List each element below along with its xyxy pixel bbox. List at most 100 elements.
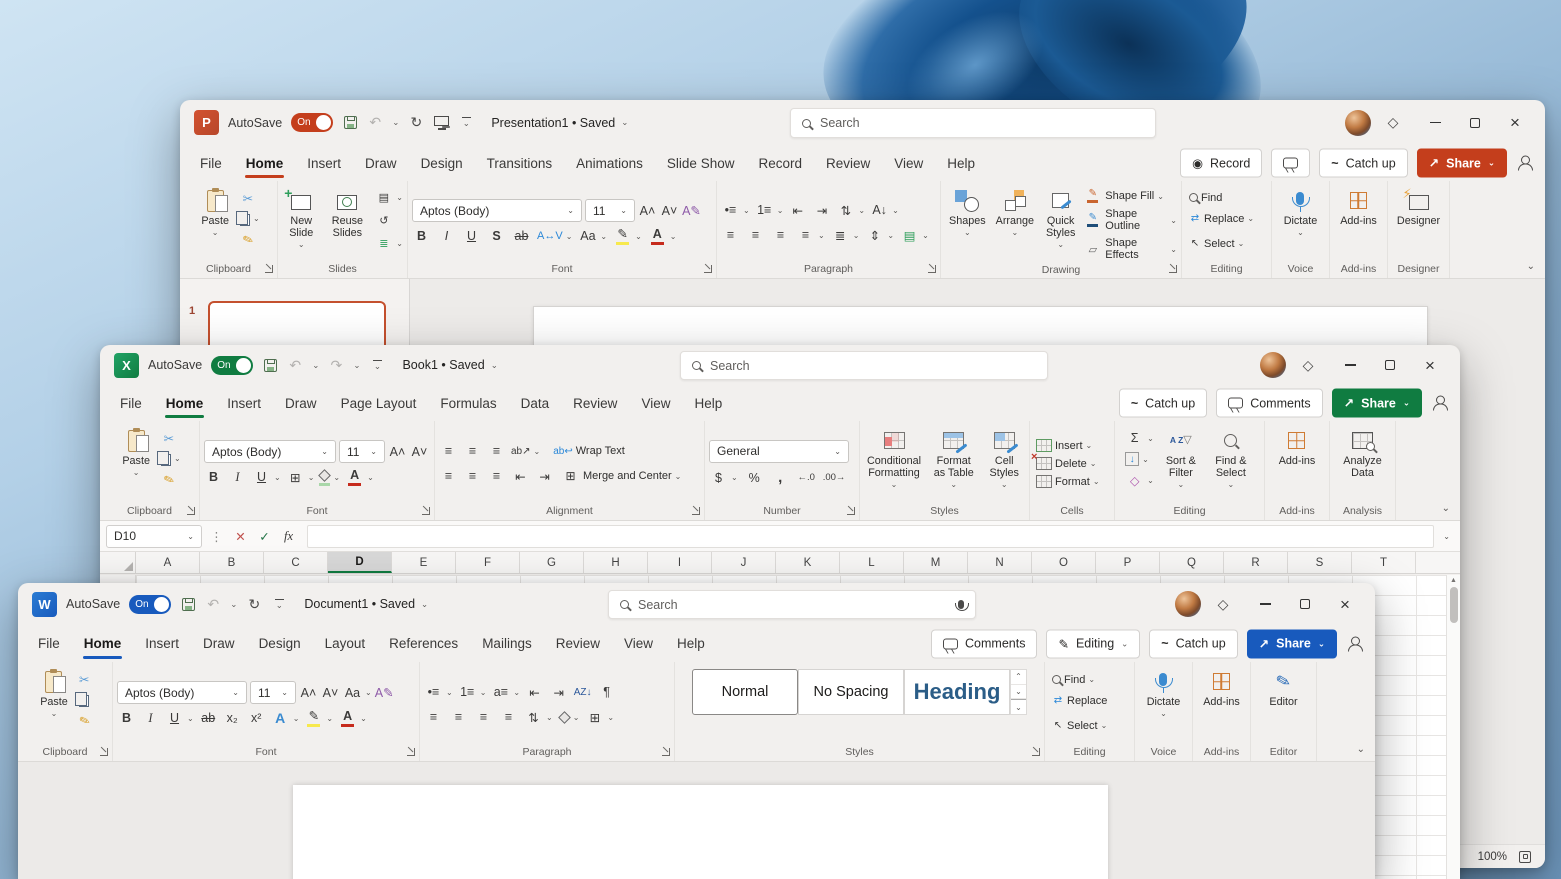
tab-view[interactable]: View [882,145,935,181]
tab-transitions[interactable]: Transitions [475,145,565,181]
column-header[interactable]: I [648,552,712,573]
column-header[interactable]: T [1352,552,1416,573]
close-button[interactable]: × [1495,106,1535,140]
bold-icon[interactable]: B [204,467,223,487]
bullets-icon[interactable]: •≡ [424,682,443,702]
find-button[interactable]: Find [1189,192,1222,204]
number-format-combo[interactable]: General⌄ [709,440,849,463]
quick-styles-button[interactable]: Quick Styles⌄ [1040,186,1081,252]
accounting-format-icon[interactable]: $ [709,468,728,488]
insert-function-icon[interactable]: fx [279,526,298,546]
tab-data[interactable]: Data [509,385,562,421]
search-box[interactable]: Search [790,108,1156,138]
account-avatar[interactable] [1175,591,1201,617]
font-size-combo[interactable]: 11⌄ [585,199,635,222]
tab-mailings[interactable]: Mailings [470,625,544,662]
maximize-button[interactable] [1285,587,1325,621]
tab-draw[interactable]: Draw [273,385,329,421]
dialog-launcher-icon[interactable] [662,748,670,756]
comments-button[interactable] [1271,149,1310,178]
share-button[interactable]: ↗Share⌄ [1247,629,1337,658]
align-middle-icon[interactable]: ≡ [463,441,482,461]
replace-button[interactable]: ⇄Replace [1052,691,1107,711]
text-direction-icon[interactable]: A↓ [870,200,889,220]
smartart-icon[interactable]: ▤ [900,225,919,245]
grow-font-icon[interactable]: A˄ [299,683,318,703]
dialog-launcher-icon[interactable] [1169,265,1177,273]
column-header[interactable]: C [264,552,328,573]
borders-icon[interactable]: ⊞ [286,467,305,487]
cancel-icon[interactable]: ✕ [231,526,250,546]
reuse-slides-button[interactable]: Reuse Slides [323,186,371,241]
italic-icon[interactable]: I [228,467,247,487]
column-header[interactable]: J [712,552,776,573]
find-button[interactable]: Find⌄ [1052,674,1095,686]
merge-center-button[interactable]: ⊞Merge and Center⌄ [561,466,681,486]
format-painter-icon[interactable]: ✎ [233,226,262,253]
tab-view[interactable]: View [629,385,682,421]
tab-review[interactable]: Review [561,385,629,421]
fill-icon[interactable]: ↓ [1125,452,1139,466]
font-size-combo[interactable]: 11⌄ [250,681,296,704]
maximize-button[interactable] [1455,106,1495,140]
vertical-scrollbar[interactable]: ▲ [1446,575,1460,879]
people-icon[interactable] [1346,636,1363,651]
dialog-launcher-icon[interactable] [704,265,712,273]
column-header[interactable]: M [904,552,968,573]
tab-references[interactable]: References [377,625,470,662]
tab-design[interactable]: Design [247,625,313,662]
close-button[interactable]: × [1410,348,1450,382]
dialog-launcher-icon[interactable] [1032,748,1040,756]
formula-input[interactable] [307,525,1434,548]
increase-indent-icon[interactable]: ⇥ [549,682,568,702]
autosave-toggle[interactable]: On [211,356,253,375]
share-button[interactable]: ↗Share⌄ [1332,389,1422,418]
styles-scroll-up-icon[interactable]: ⌃ [1011,670,1026,685]
scrollbar-thumb[interactable] [1450,587,1458,623]
premium-diamond-icon[interactable]: ◇ [1300,357,1316,374]
align-text-icon[interactable]: ⇕ [865,225,884,245]
cut-icon[interactable]: ✂ [75,669,94,689]
undo-chevron-icon[interactable]: ⌄ [312,360,319,371]
tab-slideshow[interactable]: Slide Show [655,145,747,181]
align-top-icon[interactable]: ≡ [439,441,458,461]
italic-icon[interactable]: I [141,708,160,728]
paste-button[interactable]: Paste⌄ [36,667,72,721]
clear-formatting-icon[interactable]: A✎ [375,683,394,703]
redo-icon[interactable]: ↻ [408,114,424,131]
grow-font-icon[interactable]: A˄ [388,442,407,462]
clear-icon[interactable]: ◇ [1125,470,1144,490]
strikethrough-icon[interactable]: ab [199,708,218,728]
collapse-ribbon-icon[interactable]: ⌄ [1527,261,1535,272]
addins-button[interactable]: Add-ins [1199,667,1244,710]
shape-outline-button[interactable]: ✎Shape Outline⌄ [1083,208,1177,232]
column-header[interactable]: H [584,552,648,573]
undo-chevron-icon[interactable]: ⌄ [230,599,237,610]
editor-button[interactable]: ✎Editor [1265,667,1301,710]
fit-slide-to-window-icon[interactable] [1519,851,1531,863]
shadow-icon[interactable]: S [487,226,506,246]
name-box[interactable]: D10⌄ [106,525,202,548]
premium-diamond-icon[interactable]: ◇ [1215,596,1231,613]
account-avatar[interactable] [1260,352,1286,378]
cell-styles-button[interactable]: Cell Styles⌄ [983,426,1025,492]
redo-chevron-icon[interactable]: ⌄ [353,360,360,371]
strikethrough-icon[interactable]: ab [512,226,531,246]
dialog-launcher-icon[interactable] [100,748,108,756]
new-slide-button[interactable]: New Slide⌄ [282,186,320,252]
undo-icon[interactable]: ↶ [205,596,221,613]
change-case-icon[interactable]: Aa [343,683,362,703]
italic-icon[interactable]: I [437,226,456,246]
font-name-combo[interactable]: Aptos (Body)⌄ [204,440,336,463]
record-button[interactable]: ◉Record [1180,149,1262,178]
minimize-button[interactable] [1415,106,1455,140]
premium-diamond-icon[interactable]: ◇ [1385,114,1401,131]
undo-icon[interactable]: ↶ [287,357,303,374]
shape-fill-button[interactable]: ✎Shape Fill⌄ [1083,189,1177,203]
tab-home[interactable]: Home [234,145,296,181]
column-header[interactable]: B [200,552,264,573]
tab-formulas[interactable]: Formulas [428,385,508,421]
shrink-font-icon[interactable]: A˅ [321,683,340,703]
tab-home[interactable]: Home [72,625,134,662]
shrink-font-icon[interactable]: A˅ [660,201,679,221]
